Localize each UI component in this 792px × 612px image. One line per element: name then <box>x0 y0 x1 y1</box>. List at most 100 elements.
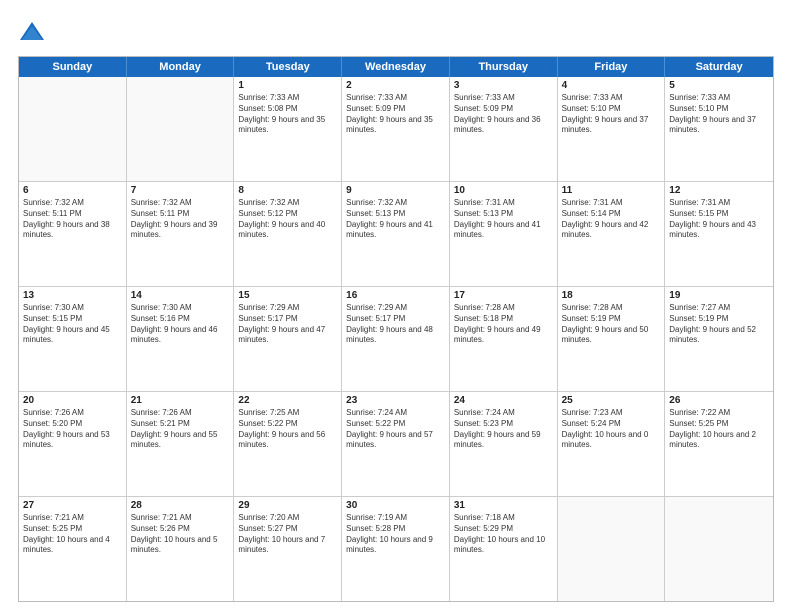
cell-details: Sunrise: 7:32 AM Sunset: 5:12 PM Dayligh… <box>238 198 337 241</box>
cell-details: Sunrise: 7:30 AM Sunset: 5:16 PM Dayligh… <box>131 303 230 346</box>
calendar-cell-0-0 <box>19 77 127 181</box>
day-number: 8 <box>238 185 337 196</box>
cell-details: Sunrise: 7:29 AM Sunset: 5:17 PM Dayligh… <box>346 303 445 346</box>
weekday-header-tuesday: Tuesday <box>234 57 342 77</box>
day-number: 20 <box>23 395 122 406</box>
cell-details: Sunrise: 7:29 AM Sunset: 5:17 PM Dayligh… <box>238 303 337 346</box>
day-number: 14 <box>131 290 230 301</box>
day-number: 31 <box>454 500 553 511</box>
calendar-cell-3-5: 25 Sunrise: 7:23 AM Sunset: 5:24 PM Dayli… <box>558 392 666 496</box>
cell-details: Sunrise: 7:21 AM Sunset: 5:26 PM Dayligh… <box>131 513 230 556</box>
cell-details: Sunrise: 7:31 AM Sunset: 5:13 PM Dayligh… <box>454 198 553 241</box>
calendar-cell-3-6: 26Sunrise: 7:22 AM Sunset: 5:25 PM Dayli… <box>665 392 773 496</box>
header <box>18 18 774 46</box>
calendar-row-3: 20 Sunrise: 7:26 AM Sunset: 5:20 PM Dayli… <box>19 391 773 496</box>
day-number: 10 <box>454 185 553 196</box>
calendar-cell-1-5: 11 Sunrise: 7:31 AM Sunset: 5:14 PM Dayli… <box>558 182 666 286</box>
calendar-cell-0-1 <box>127 77 235 181</box>
cell-details: Sunrise: 7:26 AM Sunset: 5:20 PM Dayligh… <box>23 408 122 451</box>
day-number: 27 <box>23 500 122 511</box>
day-number: 9 <box>346 185 445 196</box>
calendar-cell-1-1: 7 Sunrise: 7:32 AM Sunset: 5:11 PM Daylig… <box>127 182 235 286</box>
cell-details: Sunrise: 7:32 AM Sunset: 5:11 PM Dayligh… <box>131 198 230 241</box>
calendar-row-2: 13 Sunrise: 7:30 AM Sunset: 5:15 PM Dayli… <box>19 286 773 391</box>
page: SundayMondayTuesdayWednesdayThursdayFrid… <box>0 0 792 612</box>
day-number: 7 <box>131 185 230 196</box>
calendar-cell-0-3: 2Sunrise: 7:33 AM Sunset: 5:09 PM Daylig… <box>342 77 450 181</box>
cell-details: Sunrise: 7:22 AM Sunset: 5:25 PM Dayligh… <box>669 408 769 451</box>
calendar-cell-3-2: 22 Sunrise: 7:25 AM Sunset: 5:22 PM Dayli… <box>234 392 342 496</box>
day-number: 30 <box>346 500 445 511</box>
cell-details: Sunrise: 7:30 AM Sunset: 5:15 PM Dayligh… <box>23 303 122 346</box>
cell-details: Sunrise: 7:33 AM Sunset: 5:10 PM Dayligh… <box>669 93 769 136</box>
calendar-cell-4-4: 31 Sunrise: 7:18 AM Sunset: 5:29 PM Dayli… <box>450 497 558 601</box>
cell-details: Sunrise: 7:28 AM Sunset: 5:19 PM Dayligh… <box>562 303 661 346</box>
day-number: 21 <box>131 395 230 406</box>
cell-details: Sunrise: 7:24 AM Sunset: 5:23 PM Dayligh… <box>454 408 553 451</box>
logo <box>18 18 50 46</box>
calendar-cell-0-2: 1 Sunrise: 7:33 AM Sunset: 5:08 PM Daylig… <box>234 77 342 181</box>
calendar-cell-2-2: 15 Sunrise: 7:29 AM Sunset: 5:17 PM Dayli… <box>234 287 342 391</box>
calendar-cell-4-3: 30 Sunrise: 7:19 AM Sunset: 5:28 PM Dayli… <box>342 497 450 601</box>
calendar-cell-4-2: 29Sunrise: 7:20 AM Sunset: 5:27 PM Dayli… <box>234 497 342 601</box>
day-number: 13 <box>23 290 122 301</box>
calendar-cell-3-4: 24 Sunrise: 7:24 AM Sunset: 5:23 PM Dayli… <box>450 392 558 496</box>
weekday-header-friday: Friday <box>558 57 666 77</box>
day-number: 1 <box>238 80 337 91</box>
day-number: 12 <box>669 185 769 196</box>
calendar-header: SundayMondayTuesdayWednesdayThursdayFrid… <box>19 57 773 77</box>
calendar-cell-0-5: 4Sunrise: 7:33 AM Sunset: 5:10 PM Daylig… <box>558 77 666 181</box>
cell-details: Sunrise: 7:32 AM Sunset: 5:13 PM Dayligh… <box>346 198 445 241</box>
cell-details: Sunrise: 7:26 AM Sunset: 5:21 PM Dayligh… <box>131 408 230 451</box>
weekday-header-monday: Monday <box>127 57 235 77</box>
day-number: 3 <box>454 80 553 91</box>
weekday-header-saturday: Saturday <box>665 57 773 77</box>
calendar-cell-3-1: 21 Sunrise: 7:26 AM Sunset: 5:21 PM Dayli… <box>127 392 235 496</box>
calendar-cell-1-4: 10 Sunrise: 7:31 AM Sunset: 5:13 PM Dayli… <box>450 182 558 286</box>
day-number: 22 <box>238 395 337 406</box>
day-number: 25 <box>562 395 661 406</box>
calendar-cell-1-6: 12 Sunrise: 7:31 AM Sunset: 5:15 PM Dayli… <box>665 182 773 286</box>
day-number: 5 <box>669 80 769 91</box>
cell-details: Sunrise: 7:28 AM Sunset: 5:18 PM Dayligh… <box>454 303 553 346</box>
calendar-cell-0-6: 5 Sunrise: 7:33 AM Sunset: 5:10 PM Daylig… <box>665 77 773 181</box>
cell-details: Sunrise: 7:23 AM Sunset: 5:24 PM Dayligh… <box>562 408 661 451</box>
calendar-row-4: 27Sunrise: 7:21 AM Sunset: 5:25 PM Dayli… <box>19 496 773 601</box>
calendar: SundayMondayTuesdayWednesdayThursdayFrid… <box>18 56 774 602</box>
weekday-header-thursday: Thursday <box>450 57 558 77</box>
calendar-cell-2-4: 17Sunrise: 7:28 AM Sunset: 5:18 PM Dayli… <box>450 287 558 391</box>
cell-details: Sunrise: 7:24 AM Sunset: 5:22 PM Dayligh… <box>346 408 445 451</box>
calendar-cell-2-0: 13 Sunrise: 7:30 AM Sunset: 5:15 PM Dayli… <box>19 287 127 391</box>
day-number: 29 <box>238 500 337 511</box>
day-number: 24 <box>454 395 553 406</box>
cell-details: Sunrise: 7:33 AM Sunset: 5:08 PM Dayligh… <box>238 93 337 136</box>
day-number: 15 <box>238 290 337 301</box>
calendar-cell-4-0: 27Sunrise: 7:21 AM Sunset: 5:25 PM Dayli… <box>19 497 127 601</box>
calendar-cell-4-5 <box>558 497 666 601</box>
calendar-row-1: 6 Sunrise: 7:32 AM Sunset: 5:11 PM Daylig… <box>19 181 773 286</box>
cell-details: Sunrise: 7:25 AM Sunset: 5:22 PM Dayligh… <box>238 408 337 451</box>
cell-details: Sunrise: 7:27 AM Sunset: 5:19 PM Dayligh… <box>669 303 769 346</box>
calendar-body: 1 Sunrise: 7:33 AM Sunset: 5:08 PM Daylig… <box>19 77 773 601</box>
day-number: 11 <box>562 185 661 196</box>
calendar-cell-2-6: 19Sunrise: 7:27 AM Sunset: 5:19 PM Dayli… <box>665 287 773 391</box>
calendar-row-0: 1 Sunrise: 7:33 AM Sunset: 5:08 PM Daylig… <box>19 77 773 181</box>
calendar-cell-2-5: 18 Sunrise: 7:28 AM Sunset: 5:19 PM Dayli… <box>558 287 666 391</box>
day-number: 28 <box>131 500 230 511</box>
day-number: 16 <box>346 290 445 301</box>
cell-details: Sunrise: 7:19 AM Sunset: 5:28 PM Dayligh… <box>346 513 445 556</box>
cell-details: Sunrise: 7:32 AM Sunset: 5:11 PM Dayligh… <box>23 198 122 241</box>
calendar-cell-1-3: 9 Sunrise: 7:32 AM Sunset: 5:13 PM Daylig… <box>342 182 450 286</box>
day-number: 23 <box>346 395 445 406</box>
calendar-cell-1-2: 8 Sunrise: 7:32 AM Sunset: 5:12 PM Daylig… <box>234 182 342 286</box>
cell-details: Sunrise: 7:33 AM Sunset: 5:09 PM Dayligh… <box>454 93 553 136</box>
cell-details: Sunrise: 7:33 AM Sunset: 5:10 PM Dayligh… <box>562 93 661 136</box>
day-number: 18 <box>562 290 661 301</box>
cell-details: Sunrise: 7:31 AM Sunset: 5:15 PM Dayligh… <box>669 198 769 241</box>
cell-details: Sunrise: 7:18 AM Sunset: 5:29 PM Dayligh… <box>454 513 553 556</box>
calendar-cell-2-3: 16 Sunrise: 7:29 AM Sunset: 5:17 PM Dayli… <box>342 287 450 391</box>
calendar-cell-0-4: 3 Sunrise: 7:33 AM Sunset: 5:09 PM Daylig… <box>450 77 558 181</box>
calendar-cell-4-6 <box>665 497 773 601</box>
cell-details: Sunrise: 7:31 AM Sunset: 5:14 PM Dayligh… <box>562 198 661 241</box>
day-number: 6 <box>23 185 122 196</box>
